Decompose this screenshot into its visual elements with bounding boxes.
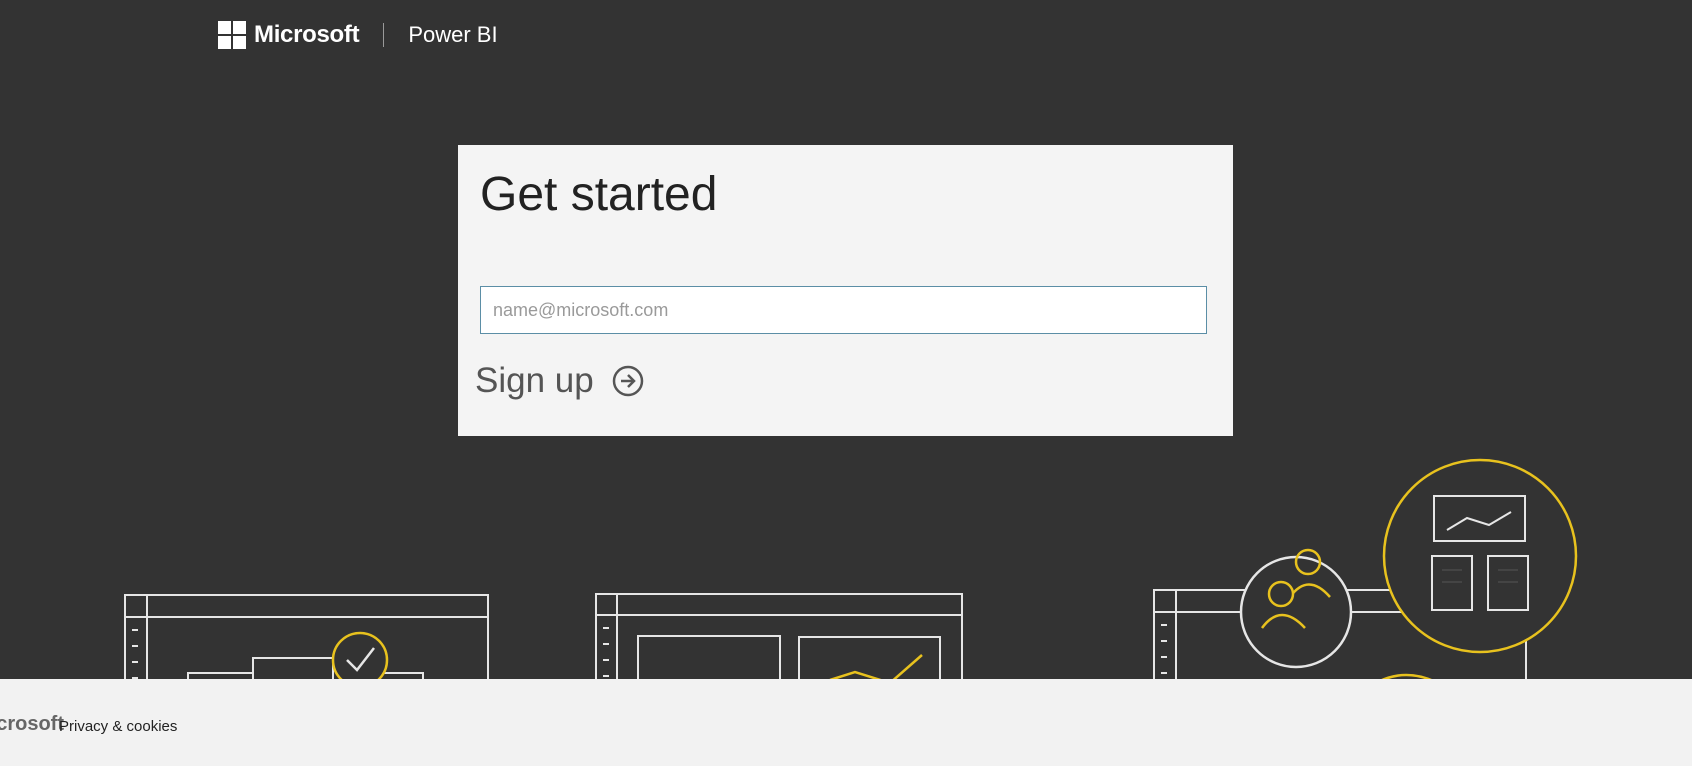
people-circle-icon	[1239, 548, 1353, 669]
circle-arrow-right-icon	[612, 365, 644, 397]
dashboard-circle-icon	[1382, 458, 1578, 654]
top-header: Microsoft Power BI	[218, 18, 498, 52]
product-name: Power BI	[408, 22, 498, 47]
header-divider	[383, 23, 385, 47]
privacy-cookies-link[interactable]: Privacy & cookies	[59, 718, 177, 735]
email-field[interactable]	[480, 286, 1207, 334]
footer-brand: Microsoft	[0, 713, 64, 735]
page-title: Get started	[480, 168, 718, 221]
signup-card: Get started Sign up	[458, 145, 1233, 436]
brand-name: Microsoft	[254, 21, 360, 48]
footer: Microsoft Privacy & cookies	[0, 679, 1692, 766]
signup-label: Sign up	[475, 361, 594, 400]
window-illustration-left	[124, 594, 489, 680]
check-circle-icon	[331, 631, 389, 680]
microsoft-logo-icon	[218, 21, 246, 49]
trend-line-icon	[829, 654, 923, 680]
hero-illustration	[124, 458, 1578, 680]
signup-button[interactable]: Sign up	[475, 361, 644, 401]
